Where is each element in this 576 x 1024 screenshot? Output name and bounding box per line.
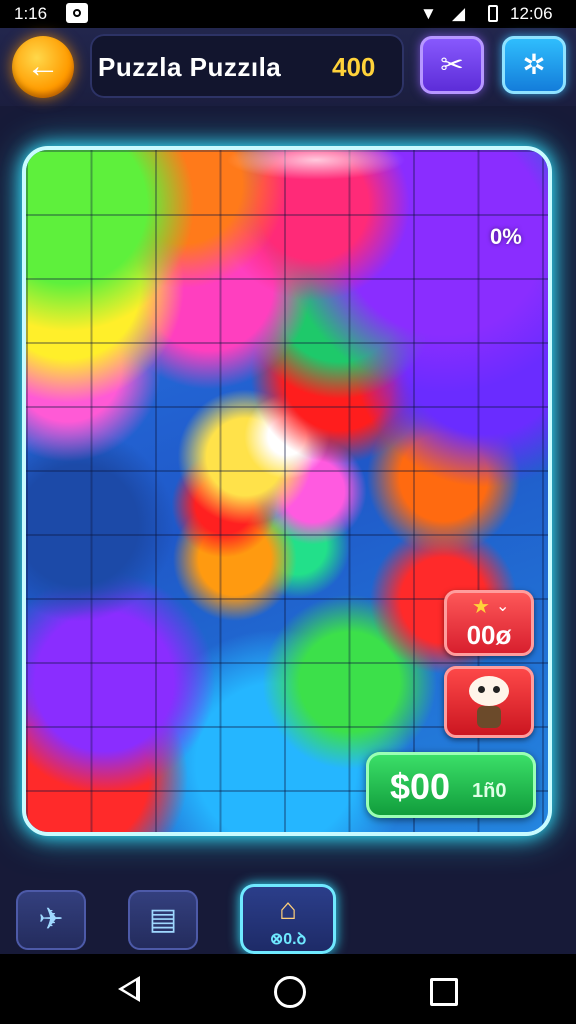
hint-count: 00ø bbox=[466, 620, 512, 650]
hint-button[interactable]: ★ ⌄ 00ø bbox=[444, 590, 534, 656]
nav-home-icon[interactable] bbox=[274, 976, 306, 1008]
wifi-icon: ▼ bbox=[420, 4, 437, 23]
nav-recent-apps-icon[interactable] bbox=[430, 978, 458, 1006]
game-title: Puzzla Puzzıla bbox=[98, 52, 282, 82]
top-bar: ← Puzzla Puzzıla 400 ✂ ✲ bbox=[0, 28, 576, 106]
scissors-button[interactable]: ✂ bbox=[420, 36, 484, 94]
score-counter: 400 bbox=[332, 52, 376, 82]
save-button[interactable]: ▤ bbox=[128, 890, 198, 950]
home-icon: ⌂ bbox=[278, 893, 298, 926]
save-icon: ▤ bbox=[148, 903, 178, 936]
star-icon: ★ bbox=[472, 596, 490, 618]
status-time: 12:06 bbox=[510, 4, 553, 23]
mascot-icon bbox=[469, 676, 509, 706]
home-tool-button[interactable]: ⌂ ⊗0.ꝺ bbox=[240, 884, 336, 954]
nav-back-icon[interactable] bbox=[118, 976, 140, 1002]
settings-button[interactable]: ✲ bbox=[502, 36, 566, 94]
notification-icon bbox=[66, 3, 88, 23]
home-tool-count: ⊗0.ꝺ bbox=[269, 931, 307, 948]
progress-percent: 0% bbox=[490, 224, 522, 249]
buy-price: $00 bbox=[390, 766, 451, 807]
chevron-down-icon: ⌄ bbox=[496, 598, 510, 615]
mascot-button[interactable] bbox=[444, 666, 534, 738]
navigation-bar bbox=[0, 954, 576, 1024]
arrow-left-icon: ← bbox=[26, 47, 60, 85]
gear-icon: ✲ bbox=[522, 49, 546, 80]
battery-icon bbox=[488, 5, 498, 22]
mascot-body bbox=[477, 706, 501, 728]
buy-button[interactable]: $00 1ñ0 bbox=[366, 752, 536, 818]
status-bar: 1:16 ▼ ◢ 12:06 bbox=[0, 0, 576, 28]
title-panel: Puzzla Puzzıla 400 bbox=[90, 34, 404, 98]
board-glare bbox=[226, 150, 406, 180]
rocket-icon: ✈ bbox=[38, 903, 64, 936]
signal-icon: ◢ bbox=[452, 4, 466, 23]
status-time-left: 1:16 bbox=[14, 4, 48, 23]
rocket-button[interactable]: ✈ bbox=[16, 890, 86, 950]
buy-price-sub: 1ñ0 bbox=[472, 780, 507, 802]
scissors-icon: ✂ bbox=[440, 49, 464, 80]
back-button[interactable]: ← bbox=[12, 36, 74, 98]
